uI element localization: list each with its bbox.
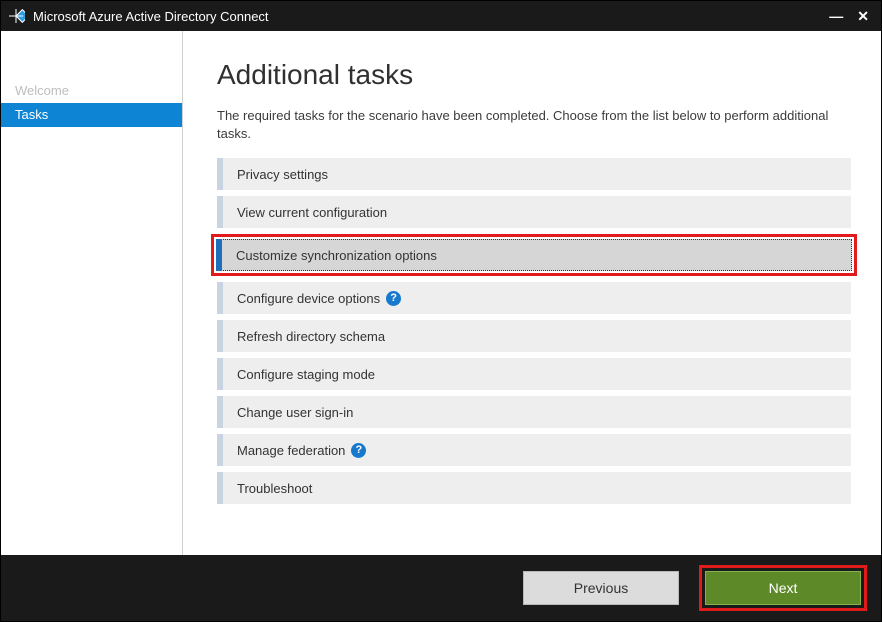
sidebar-item-label: Tasks [15,107,48,122]
task-list: Privacy settings View current configurat… [217,158,851,504]
client-area: Welcome Tasks Additional tasks The requi… [1,31,881,621]
page-title: Additional tasks [217,59,851,91]
accent-bar [216,239,222,271]
task-label: Refresh directory schema [237,329,385,344]
task-refresh-directory-schema[interactable]: Refresh directory schema [217,320,851,352]
accent-bar [217,196,223,228]
accent-bar [217,158,223,190]
minimize-button[interactable]: — [829,9,843,23]
window-title: Microsoft Azure Active Directory Connect [33,9,829,24]
page-description: The required tasks for the scenario have… [217,107,851,142]
task-manage-federation[interactable]: Manage federation ? [217,434,851,466]
accent-bar [217,396,223,428]
middle-area: Welcome Tasks Additional tasks The requi… [1,31,881,555]
task-change-user-sign-in[interactable]: Change user sign-in [217,396,851,428]
content-area: Additional tasks The required tasks for … [183,31,881,555]
task-label: Troubleshoot [237,481,312,496]
task-troubleshoot[interactable]: Troubleshoot [217,472,851,504]
accent-bar [217,282,223,314]
task-privacy-settings[interactable]: Privacy settings [217,158,851,190]
accent-bar [217,320,223,352]
close-button[interactable]: ✕ [857,9,869,23]
task-label: Configure staging mode [237,367,375,382]
app-window: Microsoft Azure Active Directory Connect… [0,0,882,622]
previous-button[interactable]: Previous [523,571,679,605]
task-label: Manage federation [237,443,345,458]
accent-bar [217,434,223,466]
sidebar-item-tasks[interactable]: Tasks [1,103,182,127]
footer: Previous Next [1,555,881,621]
task-view-current-configuration[interactable]: View current configuration [217,196,851,228]
task-label: Customize synchronization options [236,248,437,263]
accent-bar [217,472,223,504]
highlight-annotation: Customize synchronization options [211,234,857,276]
help-icon[interactable]: ? [351,443,366,458]
titlebar: Microsoft Azure Active Directory Connect… [1,1,881,31]
task-configure-device-options[interactable]: Configure device options ? [217,282,851,314]
next-button[interactable]: Next [705,571,861,605]
task-customize-synchronization-options[interactable]: Customize synchronization options [216,239,852,271]
task-configure-staging-mode[interactable]: Configure staging mode [217,358,851,390]
window-controls: — ✕ [829,9,875,23]
help-icon[interactable]: ? [386,291,401,306]
sidebar: Welcome Tasks [1,31,183,555]
highlight-annotation: Next [699,565,867,611]
sidebar-item-label: Welcome [15,83,69,98]
task-label: Configure device options [237,291,380,306]
task-label: View current configuration [237,205,387,220]
accent-bar [217,358,223,390]
task-label: Change user sign-in [237,405,353,420]
task-label: Privacy settings [237,167,328,182]
app-icon [7,7,25,25]
sidebar-item-welcome[interactable]: Welcome [1,79,182,103]
